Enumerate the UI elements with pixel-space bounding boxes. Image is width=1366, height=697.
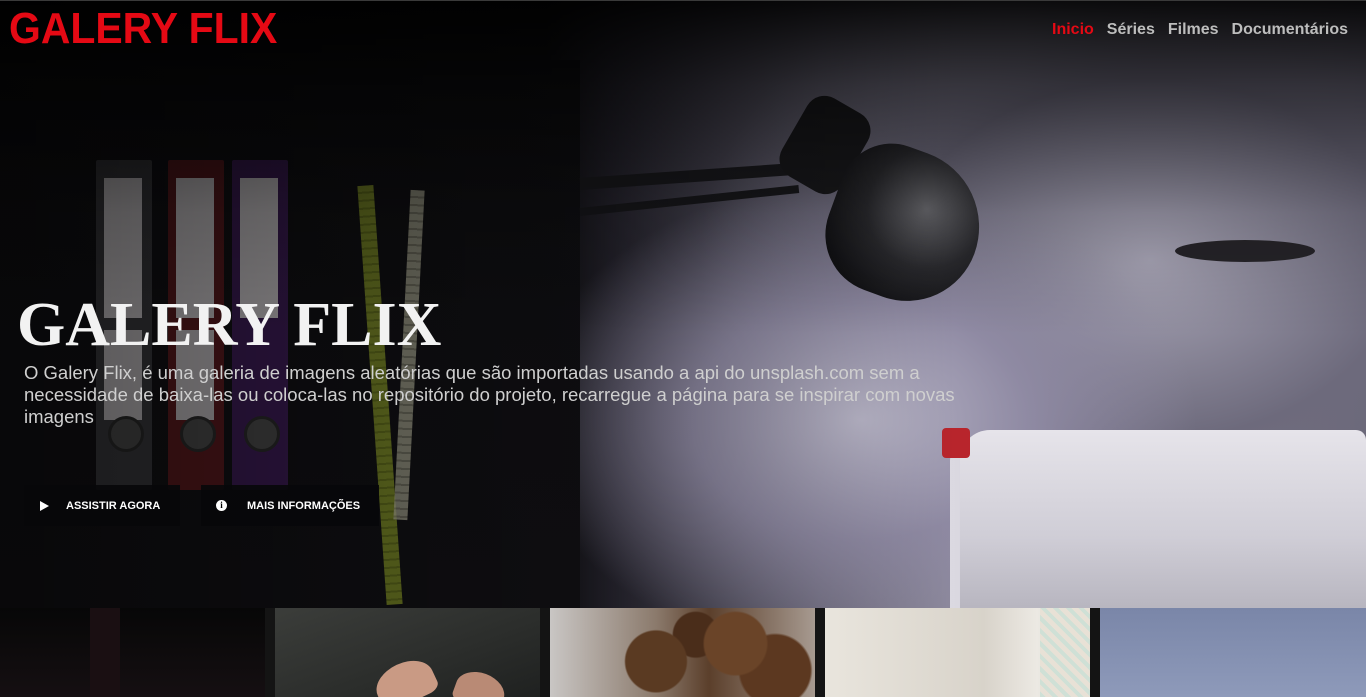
hero-title: GALERY FLIX <box>17 291 442 359</box>
nav-item-documentarios[interactable]: Documentários <box>1232 21 1348 39</box>
nav-item-inicio[interactable]: Inicio <box>1052 21 1094 39</box>
logo[interactable]: GALERY FLIX <box>9 5 277 53</box>
thumbnail-row <box>0 608 1366 697</box>
page: GALERY FLIX Inicio Séries Filmes Documen… <box>0 0 1366 697</box>
thumbnail-card[interactable] <box>1100 608 1366 697</box>
hero-description: O Galery Flix, é uma galeria de imagens … <box>24 362 955 427</box>
watch-now-label: ASSISTIR AGORA <box>66 499 161 512</box>
watch-now-button[interactable]: ASSISTIR AGORA <box>24 485 180 526</box>
more-info-button[interactable]: i MAIS INFORMAÇÕES <box>201 485 379 526</box>
nav-item-series[interactable]: Séries <box>1107 21 1155 39</box>
play-icon <box>40 500 49 511</box>
thumbnail-card[interactable] <box>275 608 540 697</box>
info-icon: i <box>216 500 227 511</box>
top-nav: GALERY FLIX Inicio Séries Filmes Documen… <box>0 0 1366 61</box>
thumbnail-card[interactable] <box>0 608 265 697</box>
thumbnail-card[interactable] <box>825 608 1090 697</box>
thumbnail-card[interactable] <box>550 608 815 697</box>
nav-item-filmes[interactable]: Filmes <box>1168 21 1219 39</box>
more-info-label: MAIS INFORMAÇÕES <box>247 499 361 512</box>
nav-menu: Inicio Séries Filmes Documentários <box>1052 21 1348 39</box>
